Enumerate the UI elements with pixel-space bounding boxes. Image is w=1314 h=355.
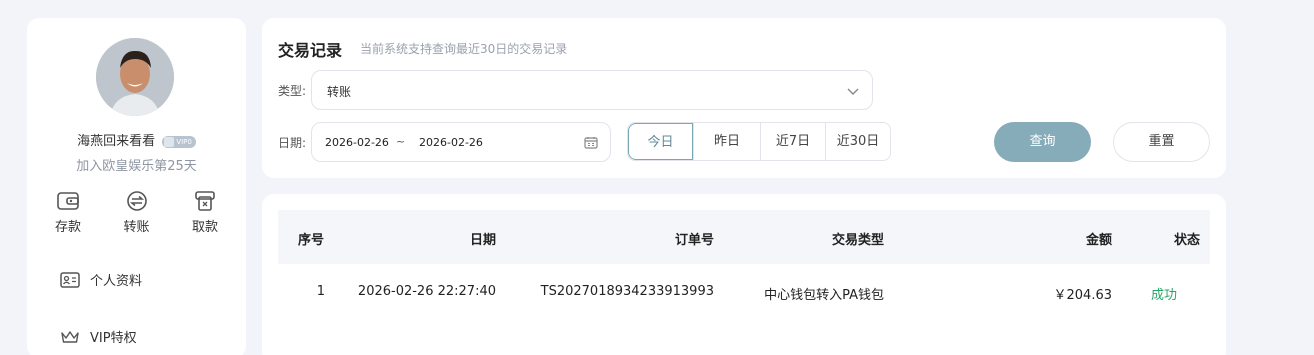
- cell-order-no: TS2027018934233913993: [540, 284, 714, 299]
- range-7-days[interactable]: 近7日: [760, 123, 825, 160]
- id-card-icon: [60, 271, 80, 288]
- menu-item-vip[interactable]: VIP特权: [60, 327, 137, 346]
- table-header: 序号 日期 订单号 交易类型 金额 状态: [278, 210, 1210, 264]
- cell-type: 中心钱包转入PA钱包: [764, 288, 884, 303]
- withdraw-icon: [195, 191, 215, 211]
- type-select-value: 转账: [327, 85, 352, 99]
- chevron-down-icon: [847, 88, 859, 95]
- filter-panel: 交易记录 当前系统支持查询最近30日的交易记录 类型: 转账 日期: 2026-…: [262, 18, 1226, 178]
- avatar[interactable]: [96, 38, 174, 116]
- quick-actions: 存款 转账 取款: [40, 190, 233, 235]
- date-end: 2026-02-26: [419, 136, 483, 149]
- transfer-icon: [126, 191, 147, 211]
- transfer-label: 转账: [123, 220, 150, 235]
- range-today[interactable]: 今日: [628, 123, 693, 160]
- menu-item-profile[interactable]: 个人资料: [60, 270, 142, 289]
- column-header-type: 交易类型: [831, 233, 884, 248]
- table-row: 1 2026-02-26 22:27:40 TS2027018934233913…: [278, 264, 1210, 320]
- cell-status: 成功: [1151, 288, 1178, 303]
- date-start: 2026-02-26: [325, 136, 389, 149]
- withdraw-label: 取款: [191, 220, 218, 235]
- crown-icon: [61, 330, 79, 343]
- menu-item-label: 个人资料: [90, 274, 143, 289]
- column-header-date: 日期: [469, 233, 496, 248]
- username: 海燕回来看看: [77, 134, 156, 149]
- join-days-text: 加入欧皇娱乐第25天: [76, 159, 197, 174]
- cell-date: 2026-02-26 22:27:40: [357, 284, 496, 299]
- column-header-amount: 金额: [1085, 233, 1112, 248]
- withdraw-button[interactable]: 取款: [177, 190, 233, 235]
- query-button[interactable]: 查询: [994, 122, 1091, 162]
- wallet-icon: [57, 192, 79, 210]
- date-label: 日期:: [278, 136, 307, 150]
- date-separator: ~: [396, 135, 406, 148]
- deposit-button[interactable]: 存款: [40, 190, 96, 235]
- quick-range-group: 今日 昨日 近7日 近30日: [627, 122, 891, 161]
- vip-badge: VIP0: [162, 135, 196, 148]
- calendar-icon: [584, 137, 598, 149]
- type-label: 类型:: [278, 84, 307, 98]
- column-header-index: 序号: [298, 233, 325, 248]
- transfer-button[interactable]: 转账: [109, 190, 165, 235]
- username-row: 海燕回来看看 VIP0: [27, 130, 246, 149]
- range-30-days[interactable]: 近30日: [825, 123, 890, 160]
- page-title: 交易记录: [278, 41, 343, 60]
- date-range-picker[interactable]: 2026-02-26 ~ 2026-02-26: [311, 122, 611, 162]
- column-header-order-no: 订单号: [674, 233, 714, 248]
- column-header-status: 状态: [1174, 233, 1201, 248]
- reset-button[interactable]: 重置: [1113, 122, 1210, 162]
- page-subtitle: 当前系统支持查询最近30日的交易记录: [360, 42, 568, 56]
- deposit-label: 存款: [54, 220, 81, 235]
- menu-item-label: VIP特权: [90, 331, 137, 346]
- cell-amount: ￥204.63: [1053, 288, 1113, 303]
- cell-index: 1: [316, 284, 325, 299]
- range-yesterday[interactable]: 昨日: [693, 123, 760, 160]
- user-sidebar: 海燕回来看看 VIP0 加入欧皇娱乐第25天 存款 转账 取款 个人资料 VIP…: [27, 18, 246, 355]
- transaction-table: 序号 日期 订单号 交易类型 金额 状态 1 2026-02-26 22:27:…: [262, 194, 1226, 355]
- type-select[interactable]: 转账: [311, 70, 873, 110]
